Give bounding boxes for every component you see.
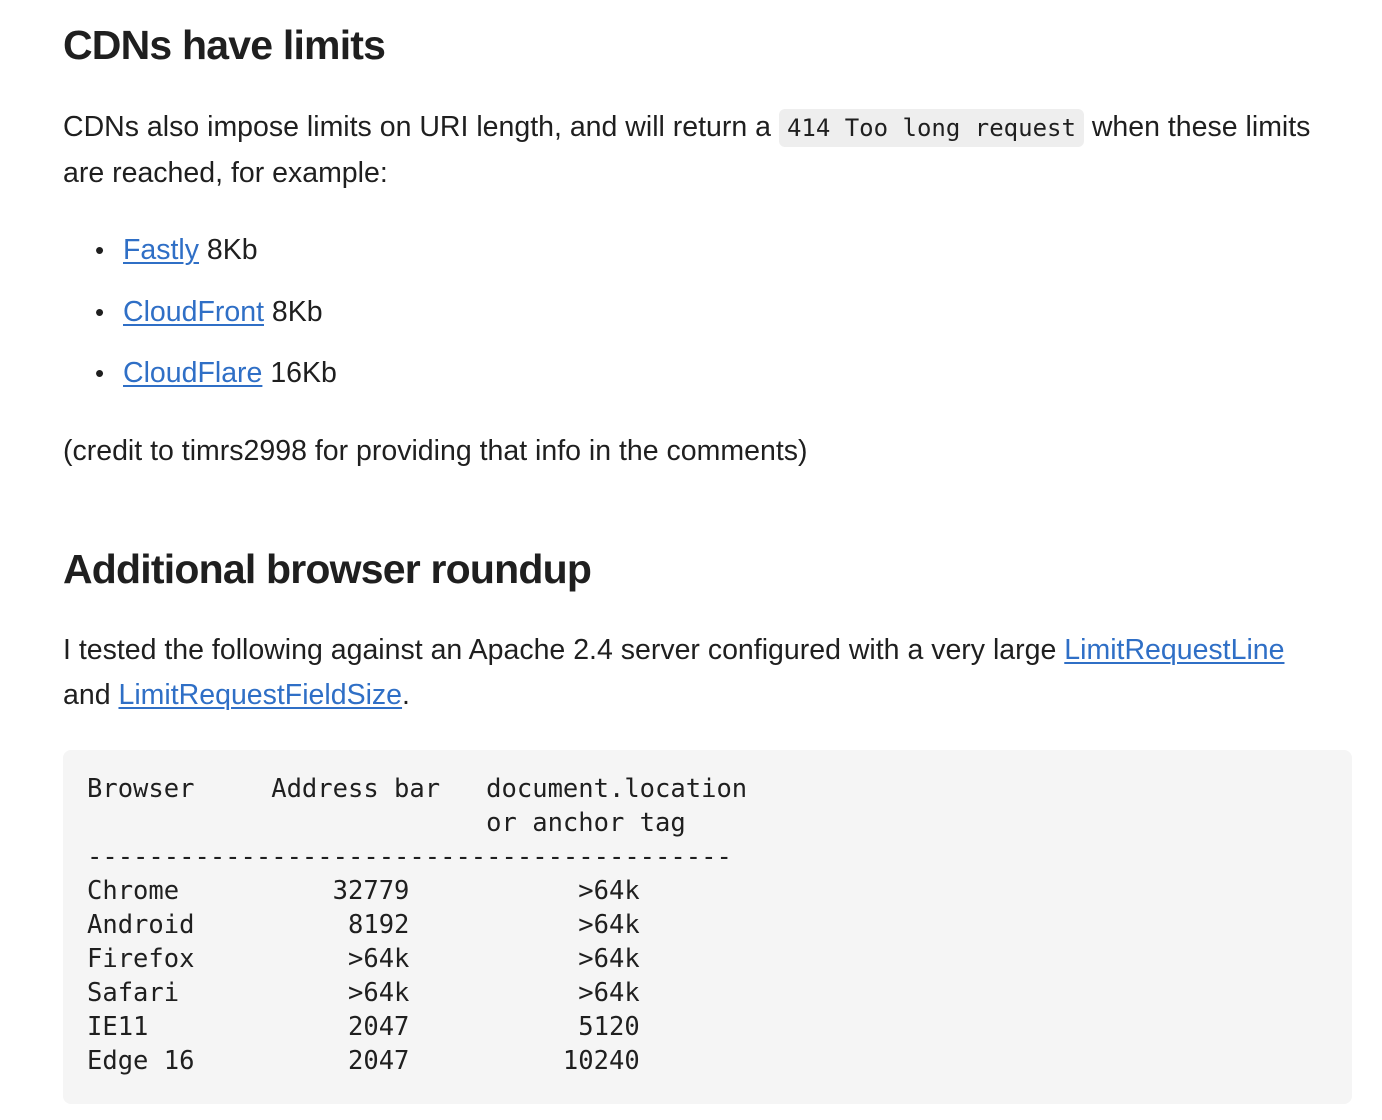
cdn-intro-text-start: CDNs also impose limits on URI length, a… [63, 111, 779, 143]
list-item: • CloudFront 8Kb [95, 290, 337, 335]
tested-text-middle: and [63, 679, 119, 711]
list-item: • CloudFlare 16Kb [95, 351, 337, 396]
link-limitrequestline[interactable]: LimitRequestLine [1064, 634, 1284, 666]
browser-limits-table-text: Browser Address bar document.location or… [87, 774, 748, 1076]
tested-text-start: I tested the following against an Apache… [63, 634, 1065, 666]
bullet-icon: • [95, 358, 105, 388]
credit-paragraph: (credit to timrs2998 for providing that … [63, 435, 808, 467]
cdn-intro-paragraph: CDNs also impose limits on URI length, a… [63, 105, 1338, 196]
cdn-limits-list: • Fastly 8Kb • CloudFront 8Kb • CloudFlare … [63, 228, 337, 413]
bullet-icon: • [95, 235, 105, 265]
limit-size: 8Kb [263, 295, 323, 328]
tested-text-end: . [402, 679, 410, 711]
list-item: • Fastly 8Kb [95, 228, 337, 273]
link-cloudfront[interactable]: CloudFront [123, 296, 264, 328]
link-fastly[interactable]: Fastly [123, 234, 199, 266]
inline-code-414: 414 Too long request [778, 109, 1084, 147]
browser-limits-code-block: Browser Address bar document.location or… [63, 750, 1352, 1104]
section-heading-cdns: CDNs have limits [63, 22, 386, 68]
tested-paragraph: I tested the following against an Apache… [63, 628, 1338, 718]
section-heading-browser-roundup: Additional browser roundup [63, 546, 592, 592]
link-limitrequestfieldsize[interactable]: LimitRequestFieldSize [118, 679, 402, 711]
limit-size: 8Kb [199, 234, 258, 266]
link-cloudflare[interactable]: CloudFlare [123, 357, 262, 389]
bullet-icon: • [95, 296, 105, 327]
limit-size: 16Kb [262, 357, 337, 389]
